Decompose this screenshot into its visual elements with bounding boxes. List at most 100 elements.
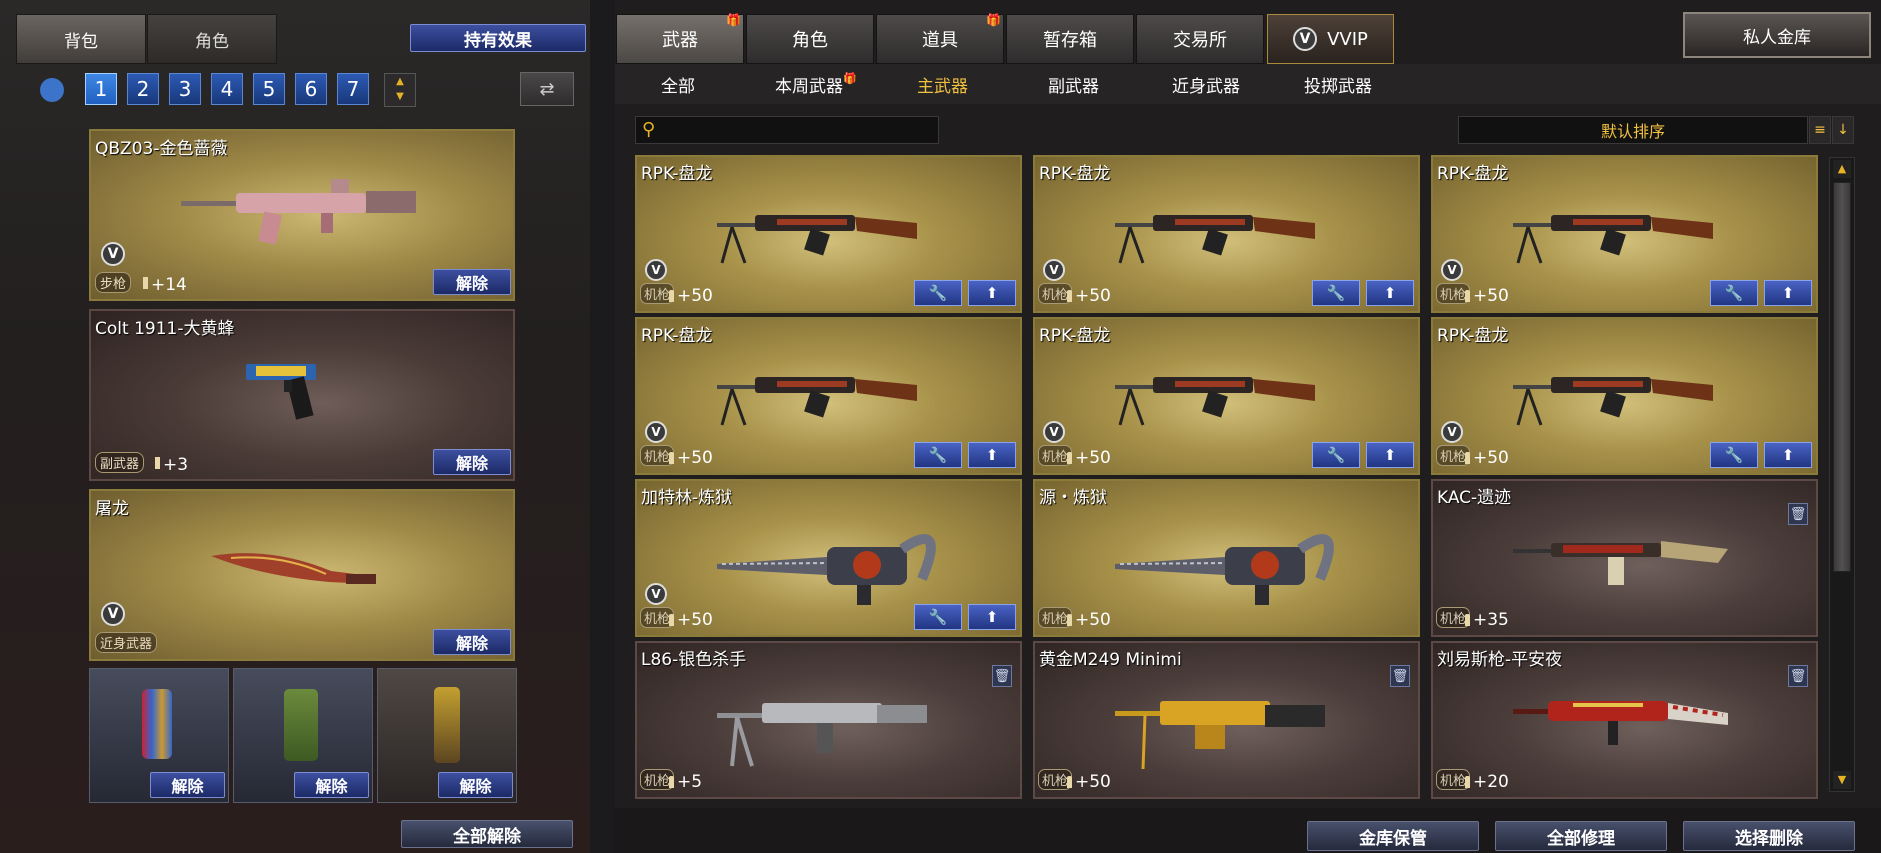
tab-exchange[interactable]: 交易所 bbox=[1136, 14, 1264, 64]
search-field[interactable]: ⚲ bbox=[635, 116, 939, 144]
page-7-button[interactable]: 7 bbox=[337, 73, 369, 105]
sort-direction-icon[interactable]: ↓ bbox=[1832, 116, 1854, 144]
loadout-slot-melee[interactable]: 屠龙 V 近身武器 解除 bbox=[89, 489, 515, 661]
unequip-all-button[interactable]: 全部解除 bbox=[401, 820, 573, 848]
trash-icon[interactable]: 🗑 bbox=[992, 665, 1012, 687]
wrench-icon[interactable]: 🔧 bbox=[1710, 442, 1758, 468]
delete-selected-button[interactable]: 选择删除 bbox=[1683, 821, 1855, 851]
upgrade-arrow-icon[interactable]: ⬆ bbox=[968, 604, 1016, 630]
tab-character[interactable]: 角色 bbox=[746, 14, 874, 64]
grenade-slot-2[interactable]: 解除 bbox=[233, 668, 373, 803]
machine-gun-icon bbox=[1513, 377, 1713, 426]
weapon-name: RPK-盘龙 bbox=[1039, 164, 1111, 184]
pistol-icon bbox=[246, 364, 316, 420]
weapon-card[interactable]: KAC-遗迹 🗑 机枪 +35 bbox=[1431, 479, 1818, 637]
weapon-card[interactable]: RPK-盘龙 V 机枪 +50 🔧 ⬆ bbox=[635, 317, 1022, 475]
upgrade-arrow-icon[interactable]: ⬆ bbox=[1366, 442, 1414, 468]
wrench-icon[interactable]: 🔧 bbox=[914, 280, 962, 306]
trash-icon[interactable]: 🗑 bbox=[1788, 665, 1808, 687]
wrench-icon[interactable]: 🔧 bbox=[1312, 280, 1360, 306]
subtab-throwable[interactable]: 投掷武器 bbox=[1304, 72, 1372, 97]
unequip-button[interactable]: 解除 bbox=[433, 269, 511, 295]
ammo-icon bbox=[1067, 290, 1072, 302]
page-2-button[interactable]: 2 bbox=[127, 73, 159, 105]
weapon-card[interactable]: RPK-盘龙 V 机枪 +50 🔧 ⬆ bbox=[635, 155, 1022, 313]
search-icon: ⚲ bbox=[642, 119, 656, 140]
unequip-button[interactable]: 解除 bbox=[150, 772, 225, 798]
upgrade-arrow-icon[interactable]: ⬆ bbox=[1764, 442, 1812, 468]
subtab-weekly[interactable]: 本周武器🎁 bbox=[775, 72, 857, 97]
weapon-card[interactable]: 黄金M249 Minimi 🗑 机枪 +50 bbox=[1033, 641, 1420, 799]
upgrade-arrow-icon[interactable]: ⬆ bbox=[1366, 280, 1414, 306]
tab-storage[interactable]: 暂存箱 bbox=[1006, 14, 1134, 64]
repair-all-button[interactable]: 全部修理 bbox=[1495, 821, 1667, 851]
weapon-card[interactable]: 刘易斯枪-平安夜 🗑 机枪 +20 bbox=[1431, 641, 1818, 799]
weapon-card[interactable]: RPK-盘龙 V 机枪 +50 🔧 ⬆ bbox=[1033, 155, 1420, 313]
unequip-button[interactable]: 解除 bbox=[294, 772, 369, 798]
upgrade-arrow-icon[interactable]: ⬆ bbox=[968, 280, 1016, 306]
search-input[interactable] bbox=[668, 119, 933, 141]
held-effects-button[interactable]: 持有效果 bbox=[410, 24, 586, 52]
page-3-button[interactable]: 3 bbox=[169, 73, 201, 105]
tab-items[interactable]: 道具 🎁 bbox=[876, 13, 1004, 64]
loadout-slot-primary[interactable]: QBZ03-金色蔷薇 V 步枪 +14 解除 bbox=[89, 129, 515, 301]
weapon-card[interactable]: 加特林-炼狱 V 机枪 +50 🔧 ⬆ bbox=[635, 479, 1022, 637]
vvip-icon: V bbox=[645, 583, 667, 605]
ammo-icon bbox=[669, 776, 674, 788]
tab-backpack[interactable]: 背包 bbox=[16, 14, 146, 64]
trash-icon[interactable]: 🗑 bbox=[1788, 503, 1808, 525]
page-4-button[interactable]: 4 bbox=[211, 73, 243, 105]
scrollbar[interactable]: ▲ ▼ bbox=[1829, 157, 1855, 792]
wrench-icon[interactable]: 🔧 bbox=[1710, 280, 1758, 306]
gatling-gun-icon bbox=[717, 534, 936, 605]
page-down-icon[interactable]: ▼ bbox=[385, 89, 415, 104]
page-1-button[interactable]: 1 bbox=[85, 73, 117, 105]
subtab-primary[interactable]: 主武器 bbox=[917, 72, 968, 97]
ammo-icon bbox=[1465, 776, 1470, 788]
weapon-card[interactable]: RPK-盘龙 V 机枪 +50 🔧 ⬆ bbox=[1431, 317, 1818, 475]
page-6-button[interactable]: 6 bbox=[295, 73, 327, 105]
grenade-icon bbox=[142, 689, 172, 759]
tab-label: VVIP bbox=[1327, 28, 1368, 50]
sort-list-icon[interactable]: ≡ bbox=[1809, 116, 1831, 144]
unequip-button[interactable]: 解除 bbox=[438, 772, 513, 798]
weapon-image bbox=[1513, 195, 1723, 269]
share-icon[interactable]: ⇄ bbox=[520, 72, 574, 106]
vault-store-button[interactable]: 金库保管 bbox=[1307, 821, 1479, 851]
subtab-melee[interactable]: 近身武器 bbox=[1172, 72, 1240, 97]
upgrade-arrow-icon[interactable]: ⬆ bbox=[968, 442, 1016, 468]
wrench-icon[interactable]: 🔧 bbox=[914, 604, 962, 630]
page-5-button[interactable]: 5 bbox=[253, 73, 285, 105]
grenade-slot-1[interactable]: 解除 bbox=[89, 668, 229, 803]
weapon-card[interactable]: RPK-盘龙 V 机枪 +50 🔧 ⬆ bbox=[1431, 155, 1818, 313]
sort-select[interactable]: 默认排序 bbox=[1458, 116, 1808, 144]
unequip-button[interactable]: 解除 bbox=[433, 629, 511, 655]
trash-icon[interactable]: 🗑 bbox=[1390, 665, 1410, 687]
page-arrows[interactable]: ▲ ▼ bbox=[384, 73, 416, 107]
vvip-icon: V bbox=[101, 242, 125, 266]
loadout-slot-secondary[interactable]: Colt 1911-大黄蜂 副武器 +3 解除 bbox=[89, 309, 515, 481]
grenade-slot-3[interactable]: 解除 bbox=[377, 668, 517, 803]
wrench-icon[interactable]: 🔧 bbox=[914, 442, 962, 468]
weapon-card[interactable]: 源・炼狱 机枪 +50 bbox=[1033, 479, 1420, 637]
weapon-card[interactable]: L86-银色杀手 🗑 机枪 +5 bbox=[635, 641, 1022, 799]
scroll-down-icon[interactable]: ▼ bbox=[1833, 771, 1851, 789]
subtab-secondary[interactable]: 副武器 bbox=[1048, 72, 1099, 97]
scroll-up-icon[interactable]: ▲ bbox=[1833, 160, 1851, 178]
weapon-card[interactable]: RPK-盘龙 V 机枪 +50 🔧 ⬆ bbox=[1033, 317, 1420, 475]
scroll-thumb[interactable] bbox=[1833, 182, 1851, 572]
weapon-image bbox=[1115, 681, 1335, 775]
wrench-icon[interactable]: 🔧 bbox=[1312, 442, 1360, 468]
enhance-level: +50 bbox=[677, 610, 713, 630]
subtab-all[interactable]: 全部 bbox=[661, 72, 695, 97]
tab-character[interactable]: 角色 bbox=[147, 14, 277, 64]
page-up-icon[interactable]: ▲ bbox=[385, 74, 415, 89]
unequip-button[interactable]: 解除 bbox=[433, 449, 511, 475]
vvip-icon: V bbox=[1441, 421, 1463, 443]
upgrade-arrow-icon[interactable]: ⬆ bbox=[1764, 280, 1812, 306]
tab-weapons[interactable]: 武器 🎁 bbox=[616, 13, 744, 64]
tab-vvip[interactable]: V VVIP bbox=[1267, 14, 1394, 64]
enhance-level: +20 bbox=[1473, 772, 1509, 792]
private-vault-button[interactable]: 私人金库 bbox=[1683, 12, 1871, 58]
weapon-name: 刘易斯枪-平安夜 bbox=[1437, 650, 1563, 670]
